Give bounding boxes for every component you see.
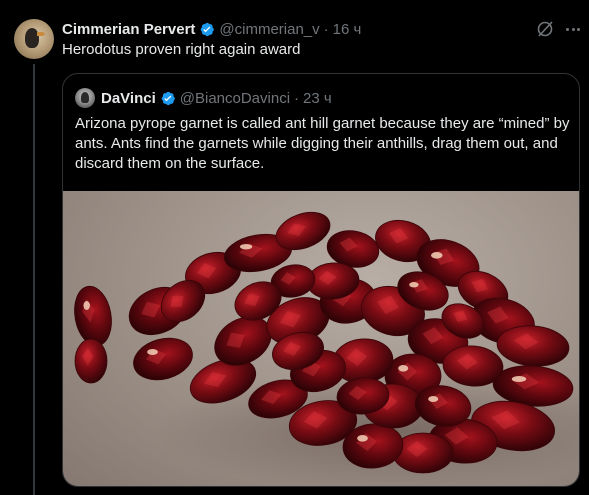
grok-icon[interactable] (536, 20, 554, 38)
tweet-header: Cimmerian Pervert @cimmerian_v · 16 ч (62, 19, 361, 39)
quote-author-handle[interactable]: @BiancoDavinci (180, 90, 290, 107)
quote-timestamp[interactable]: 23 ч (303, 90, 332, 107)
quote-author-name[interactable]: DaVinci (101, 90, 156, 107)
author-name[interactable]: Cimmerian Pervert (62, 21, 195, 38)
timestamp[interactable]: 16 ч (333, 21, 362, 38)
separator: · (323, 20, 329, 38)
more-dot (566, 27, 569, 31)
garnet-highlight (357, 435, 368, 442)
quote-header: DaVinci @BiancoDavinci · 23 ч (75, 88, 332, 108)
quote-text: Arizona pyrope garnet is called ant hill… (75, 115, 570, 172)
quote-separator: · (294, 89, 300, 107)
verified-badge-icon (161, 91, 175, 105)
avatar[interactable] (14, 19, 54, 59)
garnet-highlight (428, 396, 439, 402)
garnet-highlight (147, 349, 158, 355)
garnet-pile-image (74, 211, 579, 486)
author-handle[interactable]: @cimmerian_v (219, 21, 319, 38)
quoted-tweet[interactable]: DaVinci @BiancoDavinci · 23 ч Arizona py… (62, 73, 580, 487)
garnet-photo[interactable] (63, 191, 579, 486)
quote-avatar[interactable] (75, 88, 95, 108)
garnet-highlight (409, 282, 419, 288)
more-dot (577, 27, 580, 31)
more-icon[interactable] (564, 20, 582, 38)
thread-line (33, 64, 35, 495)
tweet-text: Herodotus proven right again award (62, 41, 301, 58)
more-dot (571, 27, 575, 31)
garnet-highlight (83, 301, 90, 310)
garnet-highlight (431, 252, 443, 259)
garnet-gems (74, 211, 574, 474)
garnet-highlight (511, 376, 527, 382)
avatar-bird (25, 28, 39, 48)
garnet-highlight (239, 244, 253, 250)
garnet-gem (133, 337, 193, 381)
garnet-gem (74, 338, 108, 384)
verified-badge-icon (201, 22, 215, 36)
avatar-beak (37, 32, 45, 36)
garnet-highlight (398, 365, 409, 372)
